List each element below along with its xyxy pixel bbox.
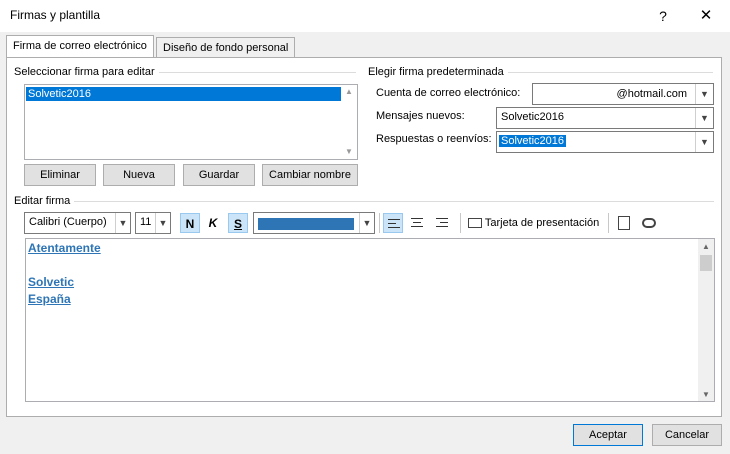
font-value: Calibri (Cuerpo) [29,216,107,228]
chevron-down-icon[interactable]: ▼ [155,213,170,233]
window-title: Firmas y plantilla [10,8,101,22]
chevron-down-icon[interactable]: ▼ [695,108,713,128]
picture-icon [618,216,630,230]
save-button[interactable]: Guardar [183,164,255,186]
font-size-value: 11 [140,216,152,228]
signature-list[interactable]: Solvetic2016 ▲ ▼ [24,84,358,160]
toolbar-separator [460,213,461,233]
chevron-down-icon[interactable]: ▼ [695,84,713,104]
new-messages-select[interactable]: Solvetic2016 ▼ [496,107,714,129]
replies-value: Solvetic2016 [499,135,566,147]
default-signature-label: Elegir firma predeterminada [368,66,508,78]
align-left-icon [386,216,406,236]
account-value: @hotmail.com [616,88,687,100]
font-size-select[interactable]: 11 ▼ [135,212,171,234]
align-right-button[interactable] [430,213,450,233]
business-card-icon [468,218,482,229]
chevron-down-icon[interactable]: ▼ [695,132,713,152]
tab-label: Diseño de fondo personal [163,42,289,54]
color-swatch [258,218,354,230]
list-scrollbar[interactable]: ▲ ▼ [341,85,357,159]
align-right-icon [430,215,450,235]
scroll-thumb[interactable] [700,255,712,271]
font-color-select[interactable]: ▼ [253,212,375,234]
bold-button[interactable]: N [180,213,200,233]
scroll-up-icon[interactable]: ▲ [702,242,710,251]
replies-label: Respuestas o reenvíos: [376,133,492,145]
tab-email-signature[interactable]: Firma de correo electrónico [6,35,154,59]
account-label: Cuenta de correo electrónico: [376,87,521,99]
delete-button[interactable]: Eliminar [24,164,96,186]
new-button[interactable]: Nueva [103,164,175,186]
signature-line: Atentamente [28,241,101,255]
list-item[interactable]: Solvetic2016 [26,87,341,101]
align-center-icon [407,215,427,235]
tab-personal-stationery[interactable]: Diseño de fondo personal [156,37,296,59]
help-button[interactable]: ? [648,4,678,28]
select-signature-label: Seleccionar firma para editar [14,66,159,78]
hyperlink-icon [642,218,656,228]
toolbar-separator [608,213,609,233]
signature-line: España [28,292,71,306]
insert-hyperlink-button[interactable] [640,214,658,232]
business-card-label: Tarjeta de presentación [484,217,600,229]
toolbar-separator [379,213,380,233]
cancel-button[interactable]: Cancelar [652,424,722,446]
editor-scrollbar[interactable]: ▲ ▼ [698,239,714,401]
signature-line: Solvetic [28,275,75,289]
account-select[interactable]: @hotmail.com ▼ [532,83,714,105]
chevron-down-icon[interactable]: ▼ [115,213,130,233]
font-select[interactable]: Calibri (Cuerpo) ▼ [24,212,131,234]
scroll-down-icon[interactable]: ▼ [702,390,710,399]
rename-button[interactable]: Cambiar nombre [262,164,358,186]
group-divider [14,201,714,202]
chevron-down-icon[interactable]: ▼ [359,213,374,233]
new-messages-value: Solvetic2016 [501,111,564,123]
underline-button[interactable]: S [228,213,248,233]
new-messages-label: Mensajes nuevos: [376,110,465,122]
align-center-button[interactable] [407,213,427,233]
italic-button[interactable]: K [203,213,223,233]
signature-editor[interactable]: Atentamente Solvetic España ▲ ▼ [25,238,715,402]
close-button[interactable]: ✕ [688,4,724,28]
scroll-up-icon[interactable]: ▲ [345,87,353,96]
tab-label: Firma de correo electrónico [13,40,147,52]
business-card-button[interactable]: Tarjeta de presentación [468,213,599,233]
insert-picture-button[interactable] [616,214,634,232]
title-bar: Firmas y plantilla ? ✕ [0,0,730,32]
ok-button[interactable]: Aceptar [573,424,643,446]
scroll-down-icon[interactable]: ▼ [345,147,353,156]
replies-select[interactable]: Solvetic2016 ▼ [496,131,714,153]
edit-signature-label: Editar firma [14,195,75,207]
align-left-button[interactable] [383,213,403,233]
